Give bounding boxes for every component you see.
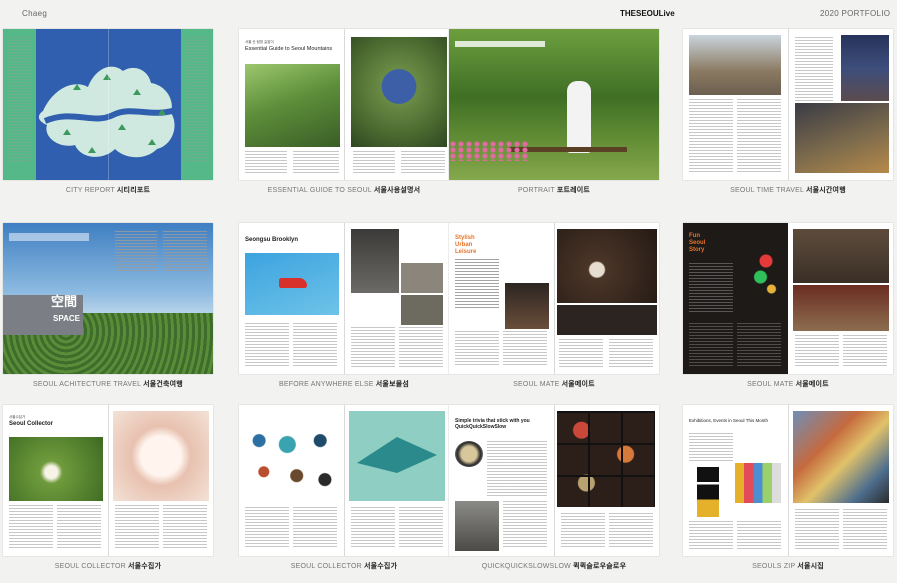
seated-woman <box>567 81 591 153</box>
shop-interior-photo <box>793 229 889 283</box>
caption-essential-guide: ESSENTIAL GUIDE TO SEOUL 서울사용설명서 <box>267 187 421 194</box>
caption-seoul-mate-2: SEOUL MATE 서울메이트 <box>747 381 829 388</box>
caption-city-report: CITY REPORT 시티리포트 <box>65 187 151 194</box>
traffic-light-photo <box>733 233 788 313</box>
spread-seongsu-brooklyn[interactable]: Seongsu Brooklyn <box>239 223 449 374</box>
caption-architecture: SEOUL ACHITECTURE TRAVEL 서울건축여행 <box>33 381 183 388</box>
spread-seoul-mate-fun[interactable]: Fun Seoul Story <box>683 223 893 374</box>
camping-gear-grid <box>245 425 339 503</box>
lantern-photo <box>9 437 103 501</box>
title-line-2: Urban <box>455 242 473 248</box>
article-title: Seoul Collector <box>9 421 54 427</box>
article-title: Simple trivia that stick with you QuickQ… <box>455 418 530 430</box>
dark-interior-photo <box>557 305 657 335</box>
space-sign-latin: SPACE <box>53 314 80 323</box>
title-line-3: Leisure <box>455 249 477 255</box>
city-collage-photo <box>793 411 889 503</box>
article-title: Essential Guide to Seoul Mountains <box>245 46 333 52</box>
spread-city-report[interactable] <box>3 29 213 180</box>
headline <box>9 233 89 241</box>
namsan-tower-night-photo <box>841 35 889 101</box>
title-line-3: Story <box>689 247 705 253</box>
spread-essential-guide[interactable]: 서울 산 탐방 길잡이 Essential Guide to Seoul Mou… <box>239 29 449 180</box>
portrait-title-overlay <box>455 41 545 47</box>
kicker: 서울 산 탐방 길잡이 <box>245 40 274 44</box>
tarp-shape <box>357 437 437 473</box>
portfolio-year-label: 2020 PORTFOLIO <box>820 9 891 18</box>
magazine-logo: THESEOULive <box>620 9 675 18</box>
caption-seouls-zip: SEOULS ZIP 서울시집 <box>752 563 824 570</box>
title-line-1: Stylish <box>455 235 475 241</box>
mountain-icon <box>118 124 126 130</box>
caption-quickquickslowslow: QUICKQUICKSLOWSLOW 퀵퀵슬로우슬로우 <box>481 563 627 570</box>
stair-lamp-photo <box>505 283 549 329</box>
red-shoe <box>279 278 307 288</box>
caption-portrait: PORTRAIT 포트레이트 <box>517 187 591 194</box>
article-title: Exhibitions, Events in Seoul This Month <box>689 418 768 423</box>
picnic-table-photo <box>351 37 447 147</box>
color-bars-poster <box>735 463 781 503</box>
caption-seoul-collector-2: SEOUL COLLECTOR 서울수집가 <box>290 563 398 570</box>
mountain-icon <box>88 147 96 153</box>
flowers <box>449 141 529 161</box>
mountain-icon <box>158 109 166 115</box>
caption-time-travel: SEOUL TIME TRAVEL 서울시간여행 <box>730 187 846 194</box>
spread-seoul-mate-stylish[interactable]: Stylish Urban Leisure <box>449 223 659 374</box>
cafe-photo <box>401 295 443 325</box>
space-sign-hanja: 空間 <box>51 295 78 310</box>
spread-architecture[interactable]: 空間 SPACE <box>3 223 213 374</box>
spread-seoul-collector-2[interactable] <box>239 405 449 556</box>
brand-label: Chaeg <box>22 9 48 18</box>
spread-portrait[interactable] <box>449 29 659 180</box>
dessert-photo <box>113 411 209 501</box>
caption-before-anywhere: BEFORE ANYWHERE ELSE 서울보물섬 <box>279 381 409 388</box>
street-figures-photo <box>455 501 499 551</box>
article-title: Seongsu Brooklyn <box>245 237 299 243</box>
fortress-wall-night-photo <box>795 103 889 173</box>
interior-photo <box>351 229 399 293</box>
shelf-photo <box>401 263 443 293</box>
spread-quickquickslowslow[interactable]: Simple trivia that stick with you QuickQ… <box>449 405 659 556</box>
title-line-2: Seoul <box>689 240 706 246</box>
mountain-icon <box>148 139 156 145</box>
abstract-poster <box>697 467 719 517</box>
museum-hall-photo <box>793 285 889 331</box>
spread-seouls-zip[interactable]: Exhibitions, Events in Seoul This Month <box>683 405 893 556</box>
mountain-icon <box>133 89 141 95</box>
mountain-icon <box>73 84 81 90</box>
mountain-icon <box>103 74 111 80</box>
spread-seoul-collector-1[interactable]: 서울수집가 Seoul Collector <box>3 405 213 556</box>
forest-path-photo <box>245 64 340 147</box>
mountain-icon <box>63 129 71 135</box>
spread-time-travel[interactable] <box>683 29 893 180</box>
noodle-bowl-photo <box>455 441 483 467</box>
lunchbox-grid-photo <box>557 411 655 507</box>
caption-seoul-mate-1: SEOUL MATE 서울메이트 <box>513 381 595 388</box>
title-line-1: Fun <box>689 233 700 239</box>
caption-seoul-collector-1: SEOUL COLLECTOR 서울수집가 <box>54 563 162 570</box>
tree-fortress-photo <box>689 35 781 95</box>
kicker: 서울수집가 <box>9 415 26 419</box>
tea-table-photo <box>557 229 657 303</box>
